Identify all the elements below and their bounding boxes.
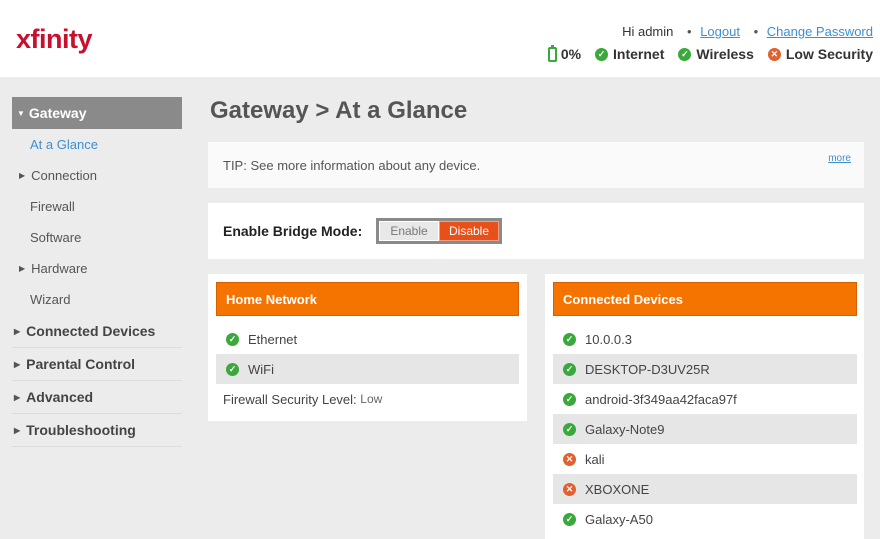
sidebar-item-label: Hardware — [31, 261, 88, 276]
sidebar-item-troubleshooting[interactable]: ▶ Troubleshooting — [12, 414, 182, 447]
security-label: Low Security — [785, 46, 873, 62]
sidebar-item-label: Advanced — [26, 389, 94, 405]
security-status: ✕ Low Security — [767, 46, 873, 62]
check-icon: ✓ — [563, 392, 576, 406]
bridge-mode-label: Enable Bridge Mode: — [223, 223, 363, 239]
wireless-label: Wireless — [696, 46, 754, 62]
internet-label: Internet — [613, 46, 665, 62]
device-name: android-3f349aa42faca97f — [585, 391, 737, 407]
check-icon: ✓ — [678, 47, 692, 61]
table-row[interactable]: ✓ Galaxy-A50 — [553, 504, 857, 534]
device-name: DESKTOP-D3UV25R — [585, 361, 710, 377]
network-item-label: Ethernet — [248, 331, 298, 347]
tip-box: TIP: See more information about any devi… — [208, 142, 864, 188]
caret-right-icon: ▶ — [14, 326, 21, 336]
table-row[interactable]: ✓ 10.0.0.3 — [553, 324, 857, 354]
device-name: 10.0.0.3 — [585, 331, 632, 347]
disable-button[interactable]: Disable — [439, 221, 499, 241]
sidebar-item-connection[interactable]: ▶ Connection — [12, 160, 182, 191]
sidebar-item-at-a-glance[interactable]: At a Glance — [12, 129, 182, 160]
table-row[interactable]: ✓ android-3f349aa42faca97f — [553, 384, 857, 414]
xfinity-logo[interactable]: xfinity — [16, 24, 93, 55]
wireless-status: ✓ Wireless — [678, 46, 754, 62]
caret-down-icon: ▼ — [17, 108, 25, 118]
device-name: Galaxy-A50 — [585, 511, 653, 527]
page-title: Gateway > At a Glance — [210, 97, 468, 124]
cross-icon: ✕ — [563, 452, 576, 466]
sidebar-item-hardware[interactable]: ▶ Hardware — [12, 253, 182, 284]
table-row[interactable]: ✓ DESKTOP-D3UV25R — [553, 354, 857, 384]
check-icon: ✓ — [226, 362, 239, 376]
internet-status: ✓ Internet — [595, 46, 664, 62]
firewall-level-value: Low — [360, 392, 383, 406]
user-line: Hi admin • Logout • Change Password — [622, 24, 873, 39]
table-row[interactable]: ✓ Galaxy-Note9 — [553, 414, 857, 444]
sidebar-item-label: Connection — [31, 168, 97, 183]
bullet-icon: • — [687, 24, 692, 39]
check-icon: ✓ — [563, 332, 576, 346]
check-icon: ✓ — [226, 332, 239, 346]
caret-right-icon: ▶ — [14, 425, 21, 435]
greeting: Hi admin — [622, 24, 674, 39]
sidebar-item-label: Troubleshooting — [26, 422, 136, 438]
caret-right-icon: ▶ — [19, 264, 26, 273]
sidebar-item-label: At a Glance — [30, 137, 98, 152]
cross-icon: ✕ — [767, 47, 781, 61]
table-row[interactable]: ✕ XBOXONE — [553, 474, 857, 504]
sidebar-item-advanced[interactable]: ▶ Advanced — [12, 381, 182, 414]
sidebar-item-parental-control[interactable]: ▶ Parental Control — [12, 348, 182, 381]
device-name: Galaxy-Note9 — [585, 421, 665, 437]
cross-icon: ✕ — [563, 482, 576, 496]
battery-status: 0% — [547, 44, 582, 62]
sidebar-item-label: Parental Control — [26, 356, 136, 372]
check-icon: ✓ — [595, 47, 609, 61]
caret-right-icon: ▶ — [14, 392, 21, 402]
sidebar-item-label: Connected Devices — [26, 323, 156, 339]
sidebar-item-software[interactable]: Software — [12, 222, 182, 253]
battery-label: 0% — [560, 46, 582, 62]
sidebar-item-gateway[interactable]: ▼ Gateway — [12, 97, 182, 129]
connected-devices-card: Connected Devices ✓ 10.0.0.3 ✓ DESKTOP-D… — [545, 274, 864, 539]
table-row[interactable]: ✕ kali — [553, 444, 857, 474]
sidebar-item-label: Software — [30, 230, 82, 245]
logout-link[interactable]: Logout — [700, 24, 740, 39]
list-item[interactable]: ✓ Ethernet — [216, 324, 519, 354]
sidebar-item-label: Firewall — [30, 199, 75, 214]
sidebar-item-label: Gateway — [28, 105, 87, 121]
firewall-level: Firewall Security Level: Low — [216, 384, 519, 414]
enable-button[interactable]: Enable — [379, 221, 439, 241]
bullet-icon: • — [753, 24, 759, 39]
tip-text: TIP: See more information about any devi… — [223, 158, 481, 173]
sidebar-item-connected-devices[interactable]: ▶ Connected Devices — [12, 315, 182, 348]
bridge-mode-toggle[interactable]: Enable Disable — [376, 218, 502, 244]
caret-right-icon: ▶ — [14, 359, 21, 369]
bridge-mode-panel: Enable Bridge Mode: Enable Disable — [208, 203, 864, 259]
home-network-card: Home Network ✓ Ethernet ✓ WiFi Firewall … — [208, 274, 527, 421]
more-link[interactable]: more — [828, 153, 851, 164]
check-icon: ✓ — [563, 512, 576, 526]
sidebar-item-firewall[interactable]: Firewall — [12, 191, 182, 222]
device-name: XBOXONE — [585, 481, 650, 497]
network-item-label: WiFi — [248, 361, 274, 377]
check-icon: ✓ — [563, 422, 576, 436]
check-icon: ✓ — [563, 362, 576, 376]
device-name: kali — [585, 451, 605, 467]
battery-icon — [547, 44, 557, 62]
caret-right-icon: ▶ — [19, 171, 26, 180]
change-password-link[interactable]: Change Password — [767, 24, 873, 39]
sidebar-item-label: Wizard — [30, 292, 71, 307]
firewall-level-label: Firewall Security Level: — [223, 391, 357, 407]
list-item[interactable]: ✓ WiFi — [216, 354, 519, 384]
connected-devices-header: Connected Devices — [553, 282, 857, 316]
sidebar: ▼ Gateway At a Glance ▶ Connection Firew… — [12, 97, 182, 447]
sidebar-item-wizard[interactable]: Wizard — [12, 284, 182, 315]
status-bar: 0% ✓ Internet ✓ Wireless ✕ Low Security — [547, 44, 873, 62]
header: xfinity Hi admin • Logout • Change Passw… — [0, 0, 880, 77]
home-network-header: Home Network — [216, 282, 519, 316]
